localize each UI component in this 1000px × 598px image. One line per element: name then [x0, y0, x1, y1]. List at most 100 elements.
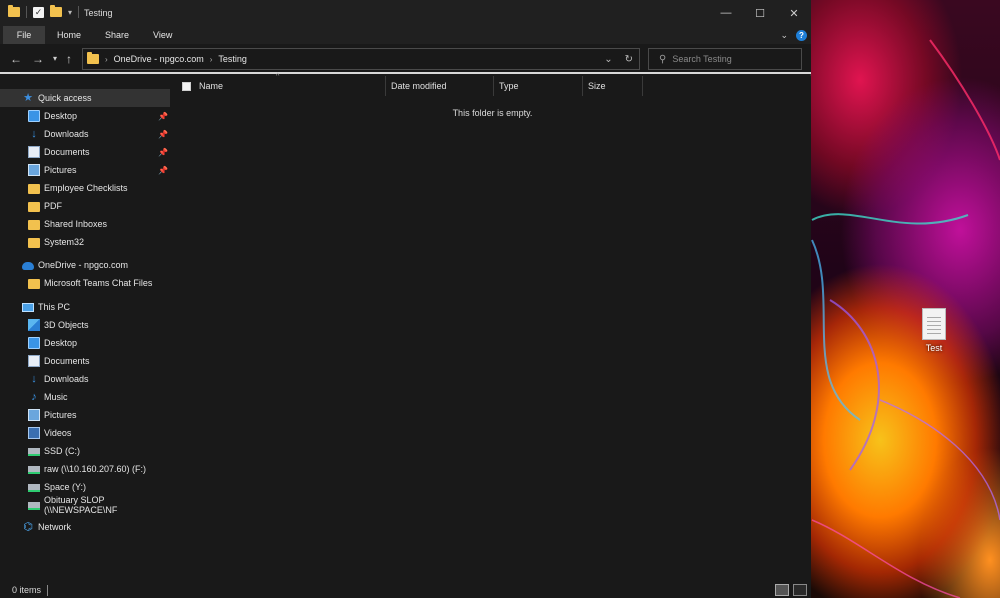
nav-quick-system32[interactable]: System32 [0, 233, 172, 251]
music-note-icon: ♪ [31, 391, 37, 403]
nav-pc-videos[interactable]: Videos [0, 424, 172, 442]
folder-icon [28, 183, 40, 194]
folder-icon [28, 219, 40, 230]
breadcrumb-separator-icon[interactable]: › [210, 55, 213, 64]
nav-pc-documents[interactable]: Documents [0, 352, 172, 370]
nav-onedrive-teams-chat-files[interactable]: Microsoft Teams Chat Files [0, 274, 172, 292]
window-title: Testing [84, 8, 113, 18]
nav-this-pc[interactable]: This PC [0, 298, 172, 316]
computer-icon [22, 302, 34, 312]
column-date-modified[interactable]: Date modified [386, 76, 494, 96]
help-icon[interactable]: ? [796, 29, 807, 41]
address-dropdown-icon[interactable]: ⌄ [604, 54, 612, 65]
nav-quick-access[interactable]: ★ Quick access [0, 89, 170, 107]
hard-drive-icon [28, 448, 40, 456]
nav-label: Network [38, 522, 72, 532]
pin-icon: 📌 [158, 129, 168, 139]
breadcrumb-onedrive[interactable]: OneDrive - npgco.com [114, 54, 204, 64]
nav-label: SSD (C:) [44, 446, 80, 456]
network-drive-icon [28, 466, 40, 474]
breadcrumb-separator-icon[interactable]: › [105, 55, 108, 64]
search-box[interactable]: ⚲ [648, 48, 802, 70]
search-icon: ⚲ [659, 53, 667, 65]
explorer-window: ✓ ▾ Testing — ☐ ✕ File Home Share View ⌄… [0, 0, 811, 598]
column-label: Size [588, 81, 606, 91]
nav-onedrive[interactable]: OneDrive - npgco.com [0, 256, 172, 274]
text-file-icon [922, 308, 946, 340]
nav-label: Music [44, 392, 68, 402]
address-row: ← → ▾ ↑ › OneDrive - npgco.com › Testing… [0, 44, 811, 74]
nav-quick-shared-inboxes[interactable]: Shared Inboxes [0, 215, 172, 233]
navigation-pane: ★ Quick access Desktop 📌 ↓ Downloads 📌 D… [0, 76, 172, 582]
tab-view[interactable]: View [141, 26, 184, 44]
column-type[interactable]: Type [494, 76, 583, 96]
status-divider [47, 584, 49, 596]
details-view-icon[interactable] [775, 584, 789, 596]
nav-pc-pictures[interactable]: Pictures [0, 406, 172, 424]
nav-quick-pictures[interactable]: Pictures 📌 [0, 161, 172, 179]
toolbar-divider [78, 6, 80, 18]
nav-label: 3D Objects [44, 320, 89, 330]
nav-quick-employee-checklists[interactable]: Employee Checklists [0, 179, 172, 197]
desktop-icon-label: Test [925, 343, 943, 353]
forward-arrow-icon[interactable]: → [32, 52, 44, 66]
nav-label: Videos [44, 428, 72, 438]
nav-quick-downloads[interactable]: ↓ Downloads 📌 [0, 125, 172, 143]
nav-label: raw (\\10.160.207.60) (F:) [44, 464, 147, 474]
nav-label: OneDrive - npgco.com [38, 260, 129, 270]
nav-pc-desktop[interactable]: Desktop [0, 334, 172, 352]
nav-pc-music[interactable]: ♪ Music [0, 388, 172, 406]
refresh-icon[interactable]: ↻ [625, 54, 633, 65]
column-size[interactable]: Size [583, 76, 643, 96]
search-input[interactable] [672, 54, 793, 64]
status-bar: 0 items [0, 582, 811, 598]
back-arrow-icon[interactable]: ← [10, 52, 22, 66]
nav-pc-raw-f[interactable]: raw (\\10.160.207.60) (F:) [0, 460, 172, 478]
cube-icon [28, 319, 40, 331]
nav-pc-space-y[interactable]: Space (Y:) [0, 478, 172, 496]
column-name[interactable]: Name [199, 76, 386, 96]
up-arrow-icon[interactable]: ↑ [66, 52, 72, 66]
maximize-button[interactable]: ☐ [743, 0, 777, 26]
nav-label: Downloads [44, 129, 89, 139]
column-label: Date modified [391, 81, 447, 91]
nav-quick-desktop[interactable]: Desktop 📌 [0, 107, 172, 125]
recent-locations-icon[interactable]: ▾ [53, 54, 57, 63]
column-label: Name [199, 81, 224, 91]
folder-icon [8, 5, 20, 17]
nav-pc-obituary-slop[interactable]: Obituary SLOP (\\NEWSPACE\NF [0, 495, 172, 515]
expand-ribbon-icon[interactable]: ⌄ [780, 30, 788, 41]
new-folder-icon[interactable] [50, 5, 62, 17]
address-bar[interactable]: › OneDrive - npgco.com › Testing ⌄ ↻ [82, 48, 640, 70]
select-all-checkbox[interactable] [182, 81, 191, 91]
nav-quick-pdf[interactable]: PDF [0, 197, 172, 215]
pin-icon: 📌 [158, 165, 168, 175]
nav-label: Desktop [44, 338, 78, 348]
tab-share[interactable]: Share [93, 26, 141, 44]
nav-pc-ssd-c[interactable]: SSD (C:) [0, 442, 172, 460]
tab-home[interactable]: Home [45, 26, 93, 44]
nav-network[interactable]: ⌬ Network [0, 518, 172, 536]
customize-toolbar-icon[interactable]: ▾ [68, 8, 72, 17]
nav-label: Pictures [44, 410, 77, 420]
pictures-icon [28, 409, 40, 421]
tab-file[interactable]: File [3, 26, 45, 44]
close-button[interactable]: ✕ [777, 0, 811, 26]
nav-label: Shared Inboxes [44, 219, 108, 229]
desktop-file-test[interactable]: Test [914, 308, 954, 353]
folder-icon [28, 237, 40, 248]
nav-pc-downloads[interactable]: ↓ Downloads [0, 370, 172, 388]
file-list-pane: ^ Name Date modified Type Size This fold… [172, 73, 811, 582]
nav-quick-documents[interactable]: Documents 📌 [0, 143, 172, 161]
pictures-icon [28, 164, 40, 176]
minimize-button[interactable]: — [709, 0, 743, 26]
nav-label: Employee Checklists [44, 183, 128, 193]
desktop-icon [28, 110, 40, 122]
nav-pc-3d-objects[interactable]: 3D Objects [0, 316, 172, 334]
pin-icon: 📌 [158, 111, 168, 121]
item-count: 0 items [12, 585, 42, 595]
large-icons-view-icon[interactable] [793, 584, 807, 596]
properties-icon[interactable]: ✓ [33, 6, 44, 18]
ribbon-tabs: File Home Share View ⌄ ? [0, 26, 811, 44]
breadcrumb-testing[interactable]: Testing [218, 54, 247, 64]
